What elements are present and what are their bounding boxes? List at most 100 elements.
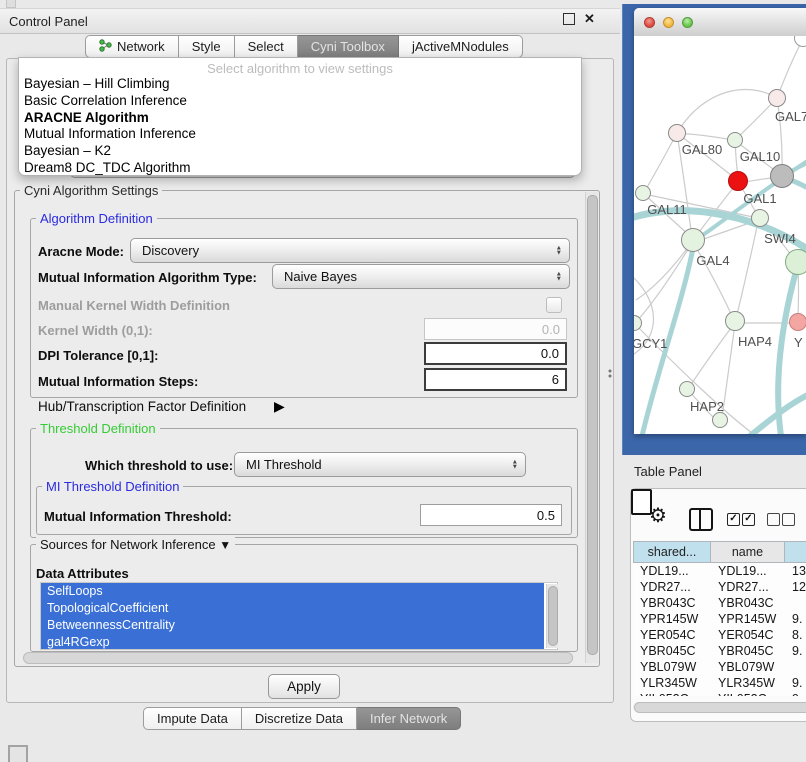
tab-infer-network[interactable]: Infer Network <box>357 707 461 730</box>
attribute-item-betweennesscentrality[interactable]: BetweennessCentrality <box>41 617 544 634</box>
node-gal11[interactable] <box>635 185 651 201</box>
table-cell: YPR145W <box>633 612 711 626</box>
kernel-width-label: Kernel Width (0,1): <box>38 323 153 338</box>
mi-threshold-field[interactable]: 0.5 <box>420 504 562 526</box>
tab-label: Network <box>117 39 165 54</box>
tab-select[interactable]: Select <box>235 35 298 58</box>
tab-impute-data[interactable]: Impute Data <box>143 707 242 730</box>
attr-list-scrollbar-thumb[interactable] <box>548 586 558 646</box>
algorithm-option-basic-correlation-inference[interactable]: Basic Correlation Inference <box>19 93 581 110</box>
table-row[interactable]: YIL052CYIL052C9 <box>633 691 806 696</box>
table-cell: YDL19... <box>711 564 785 578</box>
dock-icon[interactable] <box>8 745 28 762</box>
settings-scrollbar[interactable] <box>585 192 598 663</box>
attribute-item-gal4rgexp[interactable]: gal4RGexp <box>41 634 544 650</box>
close-traffic-light-icon[interactable] <box>644 17 655 28</box>
table-row[interactable]: YPR145WYPR145W9. <box>633 611 806 627</box>
table-row[interactable]: YBL079WYBL079W <box>633 659 806 675</box>
tab-network[interactable]: Network <box>85 35 179 58</box>
tab-cyni-toolbox[interactable]: Cyni Toolbox <box>298 35 399 58</box>
mi-steps-label: Mutual Information Steps: <box>38 374 198 389</box>
checked-box-icon[interactable]: ✓ <box>727 513 740 526</box>
kernel-width-value: 0.0 <box>542 322 560 337</box>
algorithm-definition-title: Algorithm Definition <box>36 211 157 226</box>
node-gal1[interactable] <box>751 209 769 227</box>
unchecked-box-icon[interactable] <box>782 513 795 526</box>
node-unlabeled[interactable] <box>712 412 728 428</box>
attribute-item-selfloops[interactable]: SelfLoops <box>41 583 544 600</box>
float-window-icon[interactable] <box>563 13 575 25</box>
table-cell: YLR345W <box>711 676 785 690</box>
table-hscrollbar-thumb[interactable] <box>634 702 806 713</box>
column-header-shared[interactable]: shared... <box>633 541 711 563</box>
node-hap4[interactable] <box>725 311 745 331</box>
node-y[interactable] <box>789 313 806 331</box>
attribute-item-topologicalcoefficient[interactable]: TopologicalCoefficient <box>41 600 544 617</box>
apply-button[interactable]: Apply <box>268 674 340 699</box>
table-row[interactable]: YDR27...YDR27...12 <box>633 579 806 595</box>
settings-hscrollbar-thumb[interactable] <box>23 652 573 664</box>
column-view-icon[interactable] <box>689 508 713 531</box>
node-gal10[interactable] <box>727 132 743 148</box>
node-unlabeled[interactable] <box>770 164 794 188</box>
tab-label: Cyni Toolbox <box>311 39 385 54</box>
node-label-gal11: GAL11 <box>638 202 696 217</box>
which-threshold-value: MI Threshold <box>246 457 322 472</box>
table-row[interactable]: YER054CYER054C8. <box>633 627 806 643</box>
dpi-tolerance-field[interactable]: 0.0 <box>424 342 567 365</box>
which-threshold-combobox[interactable]: MI Threshold ▲▼ <box>234 452 526 477</box>
node-swi4[interactable] <box>785 249 806 275</box>
column-header-extra[interactable] <box>785 541 806 563</box>
checked-box-icon[interactable]: ✓ <box>742 513 755 526</box>
algorithm-dropdown-items: Bayesian – Hill ClimbingBasic Correlatio… <box>19 76 581 177</box>
manual-kernel-checkbox[interactable] <box>546 297 562 313</box>
tab-style[interactable]: Style <box>179 35 235 58</box>
table-hscrollbar[interactable] <box>633 702 806 712</box>
table-row[interactable]: YBR043CYBR043C <box>633 595 806 611</box>
expand-arrow-icon[interactable]: ▶ <box>274 398 285 415</box>
node-label-swi4: SWI4 <box>752 231 806 246</box>
node-unlabeled[interactable] <box>728 171 748 191</box>
table-cell: YIL052C <box>711 692 785 696</box>
gear-icon[interactable]: ⚙ <box>649 506 667 526</box>
table-row[interactable]: YBR045CYBR045C9. <box>633 643 806 659</box>
close-icon[interactable]: ✕ <box>584 13 595 24</box>
algorithm-option-dream8-dc-tdc-algorithm[interactable]: Dream8 DC_TDC Algorithm <box>19 160 581 177</box>
network-canvas[interactable]: GAL7GAL80GAL10GAL1GAL11SWI4GAL4GCY1HAP4Y… <box>634 36 806 434</box>
data-attributes-label: Data Attributes <box>36 566 129 581</box>
algorithm-option-bayesian-k2[interactable]: Bayesian – K2 <box>19 143 581 160</box>
algorithm-option-aracne-algorithm[interactable]: ARACNE Algorithm <box>19 110 581 127</box>
unchecked-box-icon[interactable] <box>767 513 780 526</box>
table-cell: YBL079W <box>633 660 711 674</box>
aracne-mode-combobox[interactable]: Discovery ▲▼ <box>130 238 570 263</box>
table-cell: 9. <box>785 612 806 626</box>
collapse-arrow-icon[interactable]: ▼ <box>219 538 231 552</box>
data-attributes-list[interactable]: SelfLoopsTopologicalCoefficientBetweenne… <box>40 582 558 650</box>
table-cell: 13 <box>785 564 806 578</box>
mi-type-combobox[interactable]: Naive Bayes ▲▼ <box>272 264 570 289</box>
combo-stepper-icon: ▲▼ <box>556 271 562 282</box>
table-cell: 9. <box>785 644 806 658</box>
settings-hscrollbar[interactable] <box>22 652 575 663</box>
node-gal7[interactable] <box>768 89 786 107</box>
mi-type-label: Mutual Information Algorithm Type: <box>38 270 257 285</box>
mi-steps-field[interactable]: 6 <box>424 368 567 391</box>
algorithm-option-bayesian-hill-climbing[interactable]: Bayesian – Hill Climbing <box>19 76 581 93</box>
column-header-name[interactable]: name <box>711 541 785 563</box>
node-hap2[interactable] <box>679 381 695 397</box>
panel-splitter[interactable] <box>607 368 613 378</box>
network-window-titlebar[interactable] <box>634 8 806 37</box>
algorithm-option-mutual-information-inference[interactable]: Mutual Information Inference <box>19 126 581 143</box>
attr-list-scrollbar[interactable] <box>546 584 558 648</box>
node-gal80[interactable] <box>668 124 686 142</box>
settings-scrollbar-thumb[interactable] <box>587 195 598 655</box>
zoom-traffic-light-icon[interactable] <box>682 17 693 28</box>
node-gal4[interactable] <box>681 228 705 252</box>
tab-discretize-data[interactable]: Discretize Data <box>242 707 357 730</box>
table-row[interactable]: YDL19...YDL19...13 <box>633 563 806 579</box>
table-row[interactable]: YLR345WYLR345W9. <box>633 675 806 691</box>
kernel-width-field[interactable]: 0.0 <box>424 318 567 340</box>
minimize-traffic-light-icon[interactable] <box>663 17 674 28</box>
tab-jactivemnodules[interactable]: jActiveMNodules <box>399 35 523 58</box>
table-panel: Table Panel ⚙ ✓ ✓ shared...name YDL19...… <box>622 455 806 762</box>
